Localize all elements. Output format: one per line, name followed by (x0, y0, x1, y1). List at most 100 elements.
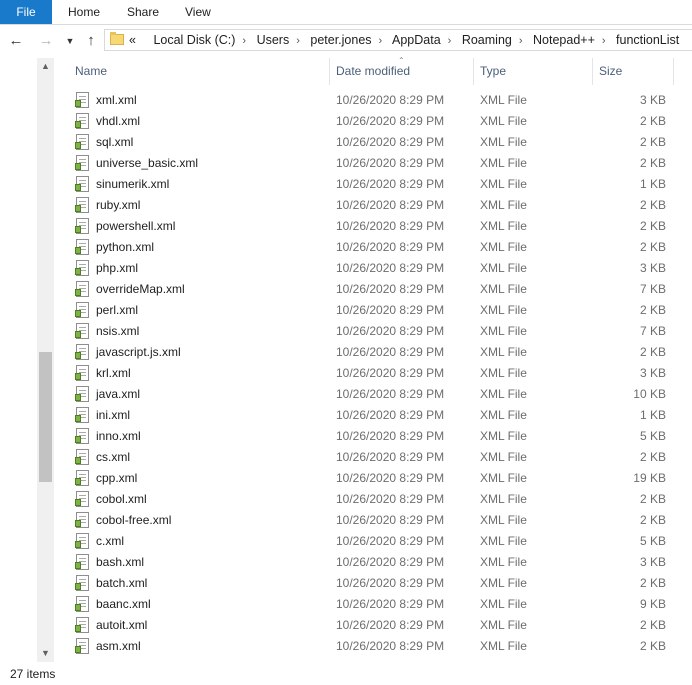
file-type: XML File (480, 555, 527, 569)
file-type: XML File (480, 513, 527, 527)
xml-file-icon (75, 428, 89, 444)
file-row[interactable]: bash.xml 10/26/2020 8:29 PM XML File 3 KB (0, 552, 670, 573)
file-row[interactable]: sql.xml 10/26/2020 8:29 PM XML File 2 KB (0, 132, 670, 153)
file-row[interactable]: batch.xml 10/26/2020 8:29 PM XML File 2 KB (0, 573, 670, 594)
file-type: XML File (480, 471, 527, 485)
file-row[interactable]: powershell.xml 10/26/2020 8:29 PM XML File… (0, 216, 670, 237)
file-size: 3 KB (639, 366, 666, 380)
breadcrumb-users[interactable]: Users (257, 33, 290, 47)
file-row[interactable]: inno.xml 10/26/2020 8:29 PM XML File 5 KB (0, 426, 670, 447)
chevron-right-icon[interactable]: › (512, 35, 530, 47)
xml-file-icon (75, 302, 89, 318)
file-type: XML File (480, 261, 527, 275)
file-date-modified: 10/26/2020 8:29 PM (336, 555, 445, 569)
chevron-right-icon[interactable]: › (289, 35, 307, 47)
arrow-up-icon[interactable]: ↑ (81, 31, 101, 51)
file-type: XML File (480, 408, 527, 422)
xml-file-icon (75, 638, 89, 654)
file-type: XML File (480, 114, 527, 128)
file-row[interactable]: krl.xml 10/26/2020 8:29 PM XML File 3 KB (0, 363, 670, 384)
file-type: XML File (480, 282, 527, 296)
file-date-modified: 10/26/2020 8:29 PM (336, 408, 445, 422)
file-type: XML File (480, 576, 527, 590)
file-row[interactable]: nsis.xml 10/26/2020 8:29 PM XML File 7 KB (0, 321, 670, 342)
column-header-type[interactable]: Type (474, 58, 592, 85)
chevron-right-icon[interactable]: › (235, 35, 253, 47)
breadcrumb-overflow[interactable]: « (129, 33, 136, 47)
arrow-left-icon[interactable]: ← (6, 31, 26, 51)
file-row[interactable]: universe_basic.xml 10/26/2020 8:29 PM XML … (0, 153, 670, 174)
column-header-name[interactable]: Name (69, 58, 329, 85)
file-name: php.xml (96, 261, 139, 275)
address-bar[interactable]: « Local Disk (C:) › Users › peter.jones › A… (104, 29, 692, 51)
file-row[interactable]: cs.xml 10/26/2020 8:29 PM XML File 2 KB (0, 447, 670, 468)
file-row[interactable]: ini.xml 10/26/2020 8:29 PM XML File 1 KB (0, 405, 670, 426)
arrow-right-icon[interactable]: → (36, 31, 56, 51)
file-type: XML File (480, 639, 527, 653)
tab-home[interactable]: Home (68, 0, 100, 24)
file-row[interactable]: sinumerik.xml 10/26/2020 8:29 PM XML File 1… (0, 174, 670, 195)
file-name: autoit.xml (96, 618, 148, 632)
file-tab[interactable]: File (0, 0, 52, 24)
xml-file-icon (75, 113, 89, 129)
file-row[interactable]: javascript.js.xml 10/26/2020 8:29 PM XML F… (0, 342, 670, 363)
column-header-date[interactable]: Date modified (330, 58, 473, 85)
file-size: 5 KB (639, 429, 666, 443)
file-size: 3 KB (639, 555, 666, 569)
file-size: 2 KB (639, 219, 666, 233)
file-row[interactable]: vhdl.xml 10/26/2020 8:29 PM XML File 2 KB (0, 111, 670, 132)
file-type: XML File (480, 177, 527, 191)
xml-file-icon (75, 197, 89, 213)
file-row[interactable]: asm.xml 10/26/2020 8:29 PM XML File 2 KB (0, 636, 670, 657)
tab-view[interactable]: View (185, 0, 211, 24)
file-size: 2 KB (639, 240, 666, 254)
breadcrumb-notepad[interactable]: Notepad++ (533, 33, 595, 47)
file-row[interactable]: overrideMap.xml 10/26/2020 8:29 PM XML Fil… (0, 279, 670, 300)
file-row[interactable]: baanc.xml 10/26/2020 8:29 PM XML File 9 KB (0, 594, 670, 615)
file-name: cs.xml (96, 450, 130, 464)
file-date-modified: 10/26/2020 8:29 PM (336, 93, 445, 107)
file-date-modified: 10/26/2020 8:29 PM (336, 240, 445, 254)
file-name: vhdl.xml (96, 114, 141, 128)
chevron-down-icon[interactable]: ▼ (60, 31, 80, 51)
file-row[interactable]: cpp.xml 10/26/2020 8:29 PM XML File 19 KB (0, 468, 670, 489)
item-count: 27 items (10, 667, 56, 681)
file-name: overrideMap.xml (96, 282, 185, 296)
file-row[interactable]: cobol.xml 10/26/2020 8:29 PM XML File 2 KB (0, 489, 670, 510)
xml-file-icon (75, 512, 89, 528)
file-size: 2 KB (639, 114, 666, 128)
chevron-right-icon[interactable]: › (372, 35, 390, 47)
file-row[interactable]: cobol-free.xml 10/26/2020 8:29 PM XML File… (0, 510, 670, 531)
breadcrumb-user[interactable]: peter.jones (310, 33, 371, 47)
file-size: 7 KB (639, 282, 666, 296)
file-type: XML File (480, 303, 527, 317)
chevron-right-icon[interactable]: › (595, 35, 613, 47)
file-size: 2 KB (639, 513, 666, 527)
file-row[interactable]: php.xml 10/26/2020 8:29 PM XML File 3 KB (0, 258, 670, 279)
file-row[interactable]: java.xml 10/26/2020 8:29 PM XML File 10 KB (0, 384, 670, 405)
file-row[interactable]: ruby.xml 10/26/2020 8:29 PM XML File 2 KB (0, 195, 670, 216)
file-type: XML File (480, 366, 527, 380)
column-header-size[interactable]: Size (593, 58, 673, 85)
file-row[interactable]: perl.xml 10/26/2020 8:29 PM XML File 2 KB (0, 300, 670, 321)
file-row[interactable]: xml.xml 10/26/2020 8:29 PM XML File 3 KB (0, 90, 670, 111)
column-divider[interactable] (673, 58, 674, 85)
file-name: cobol.xml (96, 492, 147, 506)
folder-icon (110, 32, 124, 45)
breadcrumb-local-disk[interactable]: Local Disk (C:) (153, 33, 235, 47)
chevron-right-icon[interactable]: › (441, 35, 459, 47)
breadcrumb-roaming[interactable]: Roaming (462, 33, 512, 47)
file-type: XML File (480, 324, 527, 338)
file-size: 19 KB (633, 471, 666, 485)
file-type: XML File (480, 240, 527, 254)
tab-share[interactable]: Share (127, 0, 159, 24)
file-date-modified: 10/26/2020 8:29 PM (336, 156, 445, 170)
file-size: 2 KB (639, 135, 666, 149)
breadcrumb-appdata[interactable]: AppData (392, 33, 441, 47)
breadcrumb-functionlist[interactable]: functionList (616, 33, 679, 47)
file-row[interactable]: python.xml 10/26/2020 8:29 PM XML File 2 KB (0, 237, 670, 258)
xml-file-icon (75, 407, 89, 423)
file-row[interactable]: c.xml 10/26/2020 8:29 PM XML File 5 KB (0, 531, 670, 552)
file-row[interactable]: autoit.xml 10/26/2020 8:29 PM XML File 2 KB (0, 615, 670, 636)
file-name: sinumerik.xml (96, 177, 170, 191)
